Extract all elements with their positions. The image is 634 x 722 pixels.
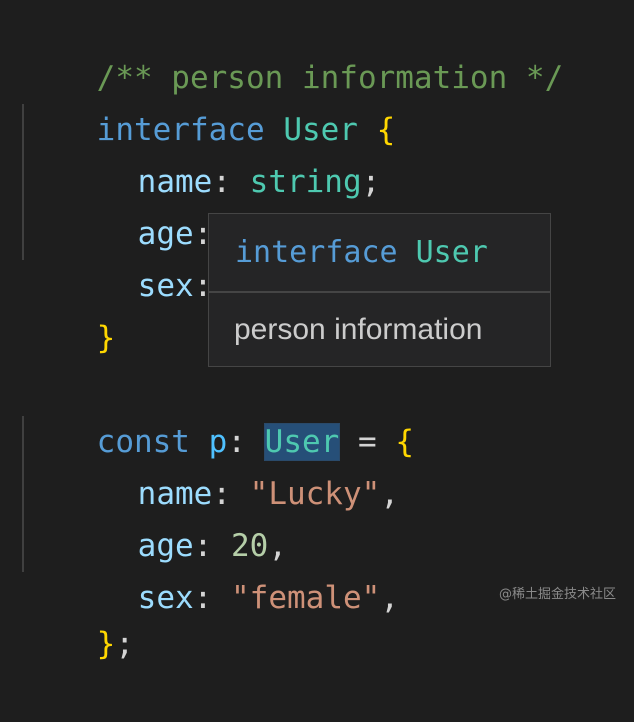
code-line-name-value: name: "Lucky", <box>22 416 399 512</box>
hover-tooltip: interface User person information <box>208 213 551 367</box>
hover-keyword: interface <box>235 235 398 270</box>
hover-signature: interface User <box>209 214 550 291</box>
code-line-age-value: age: 20, <box>22 468 287 564</box>
close-brace: } <box>96 320 116 356</box>
code-line-age-decl: age: number; <box>22 156 362 252</box>
property-sex: sex <box>137 580 194 616</box>
string-literal-female: "female" <box>231 580 381 616</box>
hover-description: person information <box>234 313 483 346</box>
code-line-close-object: }; <box>22 566 134 662</box>
property-sex: sex <box>137 268 194 304</box>
semicolon: ; <box>361 164 381 200</box>
code-line-name-decl: name: string; <box>22 104 381 200</box>
comma: , <box>380 580 399 616</box>
hover-type-name: User <box>415 235 488 270</box>
code-line-comment: /** person information */ <box>22 0 564 96</box>
semicolon: ; <box>115 626 134 662</box>
code-line-sex-value: sex: "female", <box>22 520 399 616</box>
colon: : <box>193 580 213 616</box>
code-line-close-interface: } <box>22 260 116 356</box>
code-editor[interactable]: /** person information */ interface User… <box>0 0 634 662</box>
watermark: @稀土掘金技术社区 <box>498 587 616 602</box>
code-line-interface: interface User { <box>22 52 396 148</box>
code-line-const: const p: User = { <box>22 364 414 460</box>
close-brace: } <box>96 626 116 662</box>
comma: , <box>380 476 399 512</box>
